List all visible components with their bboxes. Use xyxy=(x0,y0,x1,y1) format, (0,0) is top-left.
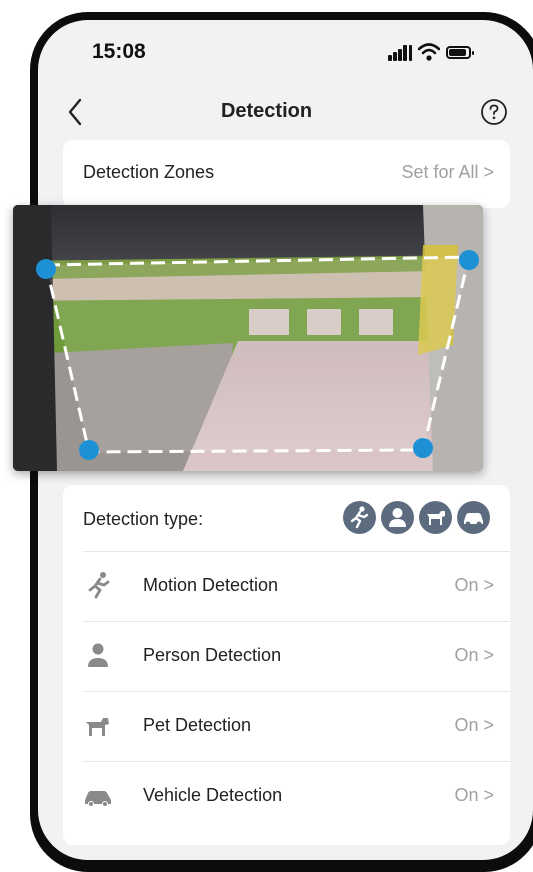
divider xyxy=(83,761,510,762)
pet-badge-icon xyxy=(419,501,452,534)
zone-handle-top-left xyxy=(36,259,56,279)
running-person-icon xyxy=(81,568,115,602)
person-detection-label: Person Detection xyxy=(143,645,282,665)
vehicle-detection-label: Vehicle Detection xyxy=(143,785,283,805)
vehicle-badge-icon xyxy=(457,501,490,534)
motion-detection-row[interactable]: Motion Detection On > xyxy=(63,551,510,621)
vehicle-detection-value: On > xyxy=(454,785,494,805)
motion-detection-value: On > xyxy=(454,575,494,595)
person-detection-value: On > xyxy=(454,645,494,665)
detection-zones-row[interactable]: Detection Zones Set for All > xyxy=(63,140,510,208)
zone-handle-top-right xyxy=(459,250,479,270)
page-title: Detection xyxy=(220,100,313,122)
status-time: 15:08 xyxy=(92,40,146,63)
divider xyxy=(83,691,510,692)
pet-detection-row[interactable]: Pet Detection On > xyxy=(63,691,510,761)
detection-type-label: Detection type: xyxy=(83,509,204,529)
battery-icon xyxy=(446,46,474,59)
set-for-all-link[interactable]: Set for All > xyxy=(401,162,494,183)
question-icon xyxy=(481,99,507,125)
vehicle-detection-row[interactable]: Vehicle Detection On > xyxy=(63,761,510,831)
cellular-signal-icon xyxy=(388,45,412,61)
dog-icon xyxy=(81,708,115,742)
camera-preview xyxy=(13,205,483,471)
zone-handle-bottom-right xyxy=(413,438,433,458)
pet-detection-value: On > xyxy=(454,715,494,735)
person-detection-row[interactable]: Person Detection On > xyxy=(63,621,510,691)
detection-type-card: Detection type: Motion Detection On > Pe… xyxy=(63,485,510,845)
person-icon xyxy=(81,638,115,672)
motion-badge-icon xyxy=(343,501,376,534)
zone-handle-bottom-left xyxy=(79,440,99,460)
divider xyxy=(83,621,510,622)
detection-zones-label: Detection Zones xyxy=(83,162,215,182)
motion-detection-label: Motion Detection xyxy=(143,575,279,595)
person-badge-icon xyxy=(381,501,414,534)
detection-zone-polygon xyxy=(44,255,471,454)
status-icons xyxy=(388,42,498,64)
pet-detection-label: Pet Detection xyxy=(143,715,252,735)
wifi-icon xyxy=(417,43,441,61)
help-button[interactable] xyxy=(480,98,508,126)
car-icon xyxy=(81,778,115,812)
divider xyxy=(83,551,510,552)
